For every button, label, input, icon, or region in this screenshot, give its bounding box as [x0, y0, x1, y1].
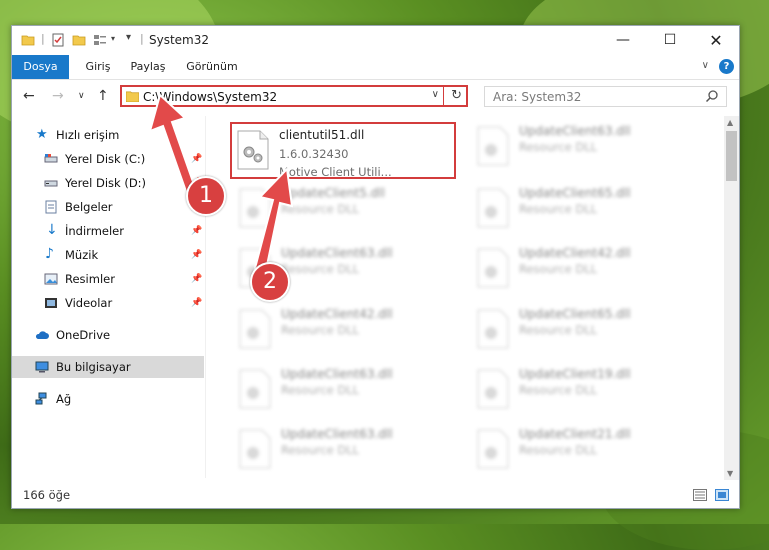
tutorial-arrows: [148, 93, 294, 276]
step-badge-1: 1: [186, 176, 226, 216]
arrow-2: [252, 166, 294, 276]
step-badge-2: 2: [250, 262, 290, 302]
